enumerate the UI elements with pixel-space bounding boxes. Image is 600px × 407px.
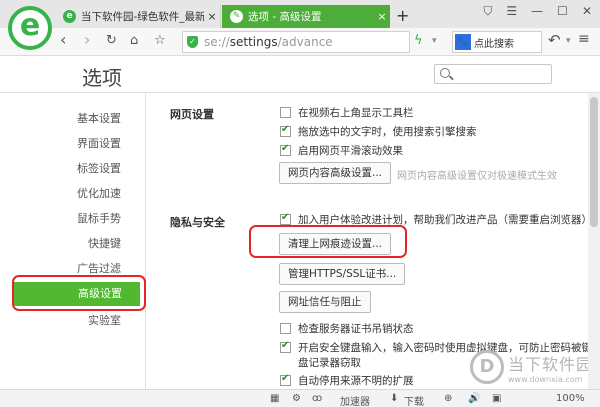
globe-icon[interactable]: ⊕ <box>444 393 452 404</box>
option-ux-program[interactable]: 加入用户体验改进计划，帮助我们改进产品（需要重启浏览器） <box>280 212 592 226</box>
chevron-down-icon[interactable]: ▾ <box>432 36 437 46</box>
search-icon <box>440 68 450 78</box>
sidebar-item-basic[interactable]: 基本设置 <box>0 107 145 131</box>
option-cert-revocation[interactable]: 检查服务器证书吊销状态 <box>280 321 414 335</box>
sidebar-item-advanced[interactable]: 高级设置 <box>14 282 140 306</box>
sidebar-item-optimize[interactable]: 优化加速 <box>0 182 145 206</box>
volume-icon[interactable]: 🔊 <box>468 393 480 404</box>
browser-logo-icon[interactable]: e <box>8 6 52 50</box>
option-disable-unknown-extensions[interactable]: 自动停用来源不明的扩展 <box>280 373 414 387</box>
checkbox[interactable] <box>280 124 291 137</box>
option-drag-search[interactable]: 拖放选中的文字时，使用搜索引擎搜索 <box>280 124 477 138</box>
tab-downxia[interactable]: e 当下软件园-绿色软件_最新绿色下 × <box>55 5 221 28</box>
section-privacy-security: 隐私与安全 <box>170 216 225 229</box>
close-icon[interactable]: × <box>374 10 390 23</box>
forward-icon[interactable]: › <box>84 30 90 49</box>
sidebar-item-interface[interactable]: 界面设置 <box>0 132 145 156</box>
star-icon[interactable]: ☆ <box>154 33 166 48</box>
maximize-icon[interactable]: ☐ <box>557 4 568 19</box>
navigation-bar: ‹ › ↻ ⌂ ☆ ✓ se://settings/advance ϟ ▾ 🐾 … <box>0 28 600 56</box>
tab-title: 选项 - 高级设置 <box>248 11 322 23</box>
search-placeholder: 点此搜索 <box>474 38 514 50</box>
web-content-advanced-button[interactable]: 网页内容高级设置... <box>279 162 392 184</box>
close-icon[interactable]: × <box>204 10 220 23</box>
checkbox[interactable] <box>280 322 291 334</box>
scroll-thumb[interactable] <box>590 97 598 227</box>
download-icon[interactable]: ⬇ <box>390 393 398 404</box>
url-text: se://settings/advance <box>204 35 333 49</box>
search-engine-icon[interactable]: 🐾 <box>455 34 471 50</box>
sidebar-item-adblock[interactable]: 广告过滤 <box>0 257 145 281</box>
new-tab-button[interactable]: + <box>396 6 409 25</box>
menu-icon[interactable]: ☰ <box>506 4 517 19</box>
tab-settings[interactable]: ✎ 选项 - 高级设置 × <box>222 5 390 28</box>
option-secure-keyboard-continuation: 盘记录器窃取 <box>298 357 361 369</box>
sidebar-item-lab[interactable]: 实验室 <box>0 309 145 333</box>
checkbox[interactable] <box>280 340 291 353</box>
menu-icon[interactable]: ≡ <box>578 31 590 47</box>
settings-sidebar: 基本设置 界面设置 标签设置 优化加速 鼠标手势 快捷键 广告过滤 高级设置 实… <box>0 93 146 389</box>
watermark-logo-icon: D <box>470 350 504 384</box>
option-video-toolbar[interactable]: 在视频右上角显示工具栏 <box>280 105 414 119</box>
lightning-icon[interactable]: ϟ <box>414 33 423 48</box>
zoom-level[interactable]: 100% <box>556 393 585 404</box>
watermark-cn: 当下软件园 <box>508 354 594 374</box>
download-button[interactable]: 下载 <box>404 393 424 407</box>
checkbox[interactable] <box>280 373 291 386</box>
window-controls: ⛉ ☰ — ☐ ✕ <box>483 4 592 19</box>
url-trust-block-button[interactable]: 网址信任与阻止 <box>279 291 371 313</box>
option-smooth-scroll[interactable]: 启用网页平滑滚动效果 <box>280 143 403 157</box>
glasses-icon[interactable]: ꝏ <box>312 393 322 404</box>
checkbox[interactable] <box>280 212 291 225</box>
secure-shield-icon: ✓ <box>187 36 198 48</box>
search-box[interactable]: 🐾 点此搜索 <box>452 31 542 53</box>
manage-certificates-button[interactable]: 管理HTTPS/SSL证书... <box>279 263 406 285</box>
accelerator-button[interactable]: 加速器 <box>340 393 370 407</box>
close-window-icon[interactable]: ✕ <box>582 4 592 19</box>
page-title: 选项 <box>82 66 122 90</box>
status-bar: ▦ ⚙ ꝏ 加速器 ⬇ 下载 ⊕ 🔊 ▣ 100% <box>0 389 600 407</box>
clear-browsing-traces-button[interactable]: 清理上网痕迹设置... <box>279 233 392 255</box>
skin-icon[interactable]: ⛉ <box>483 4 492 19</box>
reload-icon[interactable]: ↻ <box>106 33 117 48</box>
watermark: D 当下软件园 www.downxia.com <box>470 350 593 384</box>
home-icon[interactable]: ⌂ <box>130 33 138 48</box>
chevron-down-icon[interactable]: ▾ <box>566 36 571 46</box>
web-content-hint: 网页内容高级设置仅对极速模式生效 <box>397 171 557 182</box>
watermark-en: www.downxia.com <box>508 374 583 384</box>
settings-icon[interactable]: ⚙ <box>292 393 301 404</box>
scrollbar[interactable] <box>588 93 600 389</box>
checkbox[interactable] <box>280 143 291 156</box>
undo-icon[interactable]: ↶ <box>548 31 561 49</box>
sidebar-item-mouse-gesture[interactable]: 鼠标手势 <box>0 207 145 231</box>
sidebar-item-tabs[interactable]: 标签设置 <box>0 157 145 181</box>
settings-search-input[interactable] <box>434 64 552 84</box>
tab-title: 当下软件园-绿色软件_最新绿色下 <box>81 11 204 23</box>
settings-favicon-icon: ✎ <box>230 10 243 23</box>
site-favicon-icon: e <box>63 10 76 23</box>
tab-bar: e e 当下软件园-绿色软件_最新绿色下 × ✎ 选项 - 高级设置 × + ⛉… <box>0 0 600 50</box>
section-web-settings: 网页设置 <box>170 108 214 121</box>
page-icon[interactable]: ▦ <box>270 393 279 404</box>
back-icon[interactable]: ‹ <box>60 30 66 49</box>
screenshot-icon[interactable]: ▣ <box>492 393 501 404</box>
minimize-icon[interactable]: — <box>531 4 543 19</box>
checkbox[interactable] <box>280 106 291 118</box>
address-bar[interactable]: ✓ se://settings/advance <box>182 31 410 53</box>
sidebar-item-shortcuts[interactable]: 快捷键 <box>0 232 145 256</box>
